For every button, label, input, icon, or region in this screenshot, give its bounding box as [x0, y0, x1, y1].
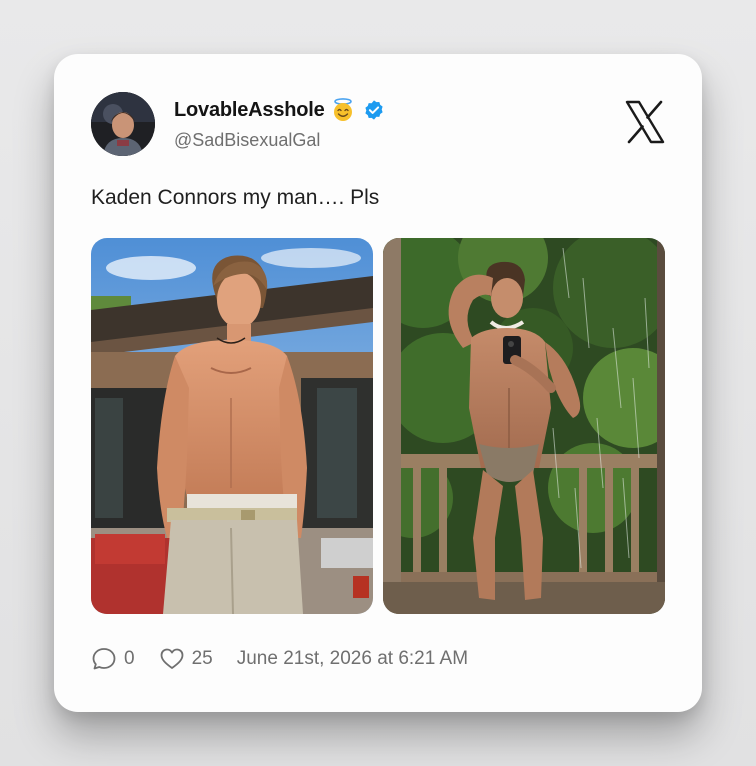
avatar[interactable] — [91, 92, 155, 156]
tweet-card: LovableAsshole @SadBisexualGal Kaden Con… — [54, 54, 702, 712]
reply-button[interactable]: 0 — [91, 646, 135, 672]
tweet-photo-2[interactable] — [383, 238, 665, 614]
heart-icon — [159, 646, 185, 672]
tweet-photo-1[interactable] — [91, 238, 373, 614]
smiling-face-with-halo-icon — [331, 98, 355, 122]
author-handle[interactable]: @SadBisexualGal — [174, 130, 320, 151]
verified-badge-icon — [363, 99, 385, 121]
like-button[interactable]: 25 — [159, 646, 213, 672]
reply-icon — [91, 646, 117, 672]
like-count: 25 — [191, 648, 213, 669]
tweet-timestamp[interactable]: June 21st, 2026 at 6:21 AM — [237, 648, 468, 670]
author-display-name[interactable]: LovableAsshole — [174, 99, 325, 122]
tweet-text: Kaden Connors my man…. Pls — [91, 186, 380, 209]
reply-count: 0 — [124, 648, 135, 669]
x-logo-icon[interactable] — [624, 100, 666, 144]
tweet-footer: 0 25 June 21st, 2026 at 6:21 AM — [91, 646, 468, 672]
author-name-row: LovableAsshole — [174, 98, 385, 122]
